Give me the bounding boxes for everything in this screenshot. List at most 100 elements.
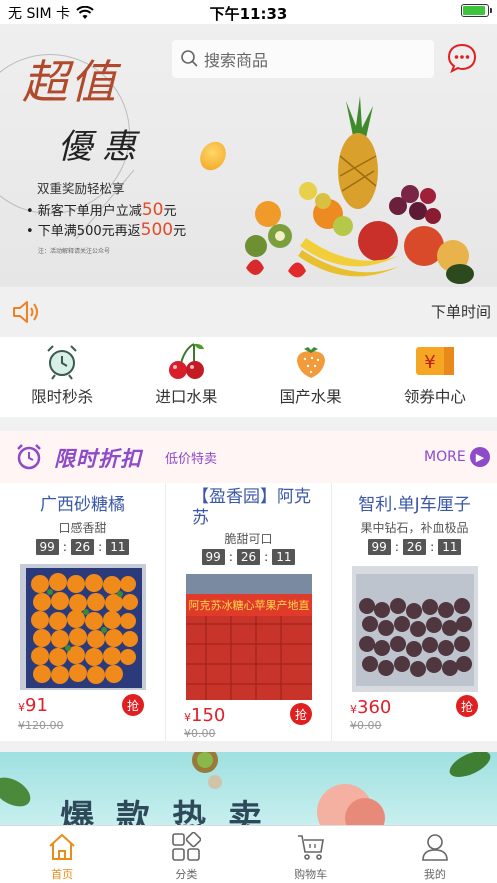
price-value: 150 [191, 705, 226, 726]
tab-label: 首页 [51, 868, 74, 881]
countdown-seconds: 11 [106, 539, 130, 555]
banner-headline-2: 優惠 [58, 127, 146, 167]
countdown-minutes: 26 [236, 549, 261, 565]
product-card[interactable]: 广西砂糖橘 口感香甜 99: 26: 11 ¥91 ¥120.00 抢 [0, 483, 166, 741]
promo-1-unit: 元 [163, 204, 177, 219]
promo-line-2: • 下单满500元再返500元 [26, 220, 186, 240]
grab-button[interactable]: 抢 [122, 694, 144, 716]
tab-cart[interactable]: 购物车 [249, 826, 373, 883]
tab-category[interactable]: 分类 [124, 826, 248, 883]
price-value: 360 [357, 697, 392, 718]
promo-2-unit: 元 [173, 224, 187, 239]
flash-sale-header: 限时折扣 低价特卖 MORE ▶ [0, 431, 497, 483]
coupon-icon: ¥ [415, 347, 454, 375]
countdown-minutes: 26 [70, 539, 95, 555]
tab-label: 分类 [175, 868, 198, 881]
price-value: 91 [25, 695, 48, 716]
flash-sale-products: 广西砂糖橘 口感香甜 99: 26: 11 ¥91 ¥120.00 抢 【盈香园… [0, 483, 497, 741]
fruit-basket-image [245, 96, 474, 284]
battery-icon [461, 4, 492, 17]
product-price: ¥91 [18, 695, 48, 716]
tab-profile[interactable]: 我的 [373, 826, 497, 883]
flash-sale-title: 限时折扣 [54, 447, 142, 471]
currency-symbol: ¥ [184, 711, 191, 724]
promo-banner[interactable]: 超值 優惠 双重奖励轻松享 • 新客下单用户立减50元 • 下单满500元再返5… [0, 24, 497, 287]
search-placeholder: 搜索商品 [204, 51, 269, 70]
countdown-timer: 99: 26: 11 [166, 549, 331, 565]
status-time: 下午11:33 [209, 5, 288, 23]
category-flash-sale[interactable]: 限时秒杀 [0, 337, 124, 417]
product-image-caption: 阿克苏冰糖心苹果产地直 [189, 598, 310, 612]
product-image: 阿克苏冰糖心苹果产地直 [186, 574, 312, 700]
category-label: 领券中心 [403, 388, 466, 406]
svg-text:¥: ¥ [424, 352, 435, 373]
profile-icon [422, 834, 448, 861]
promo-line-1: • 新客下单用户立减50元 [26, 200, 176, 220]
product-name: 广西砂糖橘 [40, 495, 125, 515]
promo-note: 注：活动解释请关注公众号 [38, 248, 111, 255]
message-icon[interactable] [446, 42, 478, 74]
category-nav: 限时秒杀 进口水果 国产水果 ¥ 领券中心 [0, 337, 497, 417]
tab-label: 购物车 [294, 868, 328, 881]
battery-level [463, 6, 485, 15]
product-name: 智利.单J车厘子 [358, 495, 471, 515]
currency-symbol: ¥ [18, 701, 25, 714]
category-label: 进口水果 [155, 388, 218, 406]
countdown-timer: 99: 26: 11 [0, 539, 165, 555]
flash-sale-subtitle: 低价特卖 [165, 452, 218, 467]
countdown-seconds: 11 [438, 539, 462, 555]
grid-icon [172, 832, 202, 861]
chevron-right-icon[interactable]: ▶ [470, 447, 490, 467]
countdown-seconds: 11 [272, 549, 296, 565]
hot-sale-title: 爆款热卖 [60, 798, 284, 825]
alarm-clock-icon [17, 444, 41, 470]
speaker-icon [13, 301, 38, 323]
grab-button[interactable]: 抢 [456, 695, 478, 717]
countdown-minutes: 26 [402, 539, 427, 555]
more-link[interactable]: MORE [424, 449, 466, 465]
alarm-clock-icon [47, 345, 77, 380]
category-coupon-center[interactable]: ¥ 领券中心 [373, 337, 497, 417]
tab-home[interactable]: 首页 [0, 826, 124, 883]
category-imported-fruit[interactable]: 进口水果 [124, 337, 248, 417]
product-name: 【盈香园】阿克苏 [192, 487, 311, 528]
countdown-hours: 99 [367, 539, 391, 555]
home-icon [49, 833, 75, 860]
promo-2-amount: 500 [140, 220, 174, 240]
search-input[interactable]: 搜索商品 [172, 40, 434, 78]
promo-1-amount: 50 [141, 200, 164, 220]
countdown-hours: 99 [35, 539, 59, 555]
currency-symbol: ¥ [350, 703, 357, 716]
category-domestic-fruit[interactable]: 国产水果 [249, 337, 373, 417]
cart-icon [297, 835, 324, 860]
hot-sale-banner[interactable]: 爆款热卖 [0, 752, 497, 825]
product-desc: 果中钻石，补血极品 [360, 521, 469, 535]
strawberry-icon [296, 347, 325, 378]
product-old-price: ¥120.00 [18, 719, 64, 732]
status-bar: 无 SIM 卡 下午11:33 [0, 0, 497, 24]
promo-title: 双重奖励轻松享 [37, 181, 125, 196]
countdown-timer: 99: 26: 11 [332, 539, 497, 555]
product-old-price: ¥0.00 [350, 719, 382, 732]
product-card[interactable]: 【盈香园】阿克苏 脆甜可口 99: 26: 11 阿克苏冰糖心苹果产地直 ¥15… [166, 483, 332, 741]
tab-label: 我的 [423, 868, 446, 881]
product-old-price: ¥0.00 [184, 727, 216, 740]
status-right [461, 4, 492, 17]
product-card[interactable]: 智利.单J车厘子 果中钻石，补血极品 99: 26: 11 ¥360 ¥0.00… [332, 483, 497, 741]
orange-slice-image [195, 137, 231, 175]
promo-1-prefix: • 新客下单用户立减 [26, 204, 142, 219]
category-label: 限时秒杀 [31, 388, 94, 406]
cherry-icon [169, 343, 205, 379]
grab-button[interactable]: 抢 [290, 703, 312, 725]
product-desc: 口感香甜 [58, 521, 107, 535]
product-image [20, 564, 146, 690]
notice-bar[interactable]: 下单时间 [0, 287, 497, 337]
banner-headline-1: 超值 [22, 55, 118, 109]
search-icon [181, 50, 198, 67]
countdown-hours: 99 [201, 549, 225, 565]
product-desc: 脆甜可口 [224, 532, 273, 546]
product-price: ¥360 [350, 697, 391, 718]
bottom-tab-bar: 首页 分类 购物车 我的 [0, 825, 497, 883]
notice-text: 下单时间 [430, 303, 491, 321]
category-label: 国产水果 [279, 388, 342, 406]
